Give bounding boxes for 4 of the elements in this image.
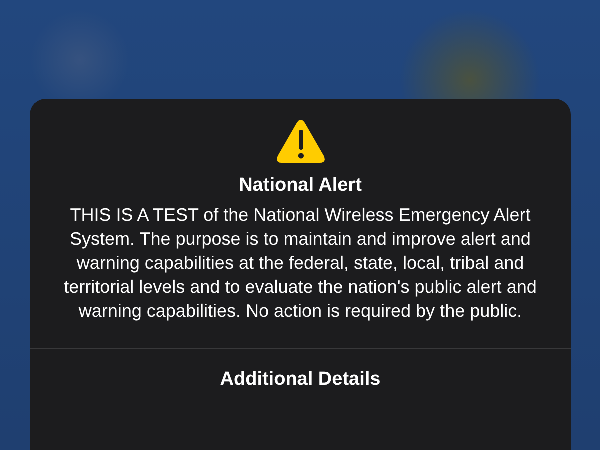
additional-details-button[interactable]: Additional Details [220,369,381,391]
warning-icon [276,119,326,165]
alert-title: National Alert [239,175,362,197]
alert-message: THIS IS A TEST of the National Wireless Emergency Alert System. The purpose is to maintain and improve alert and warning capabilities at the federal, state, local, tribal and territorial levels and to evaluate the nation's public alert and warning capabilities. No action is required by the public. [63,204,538,323]
